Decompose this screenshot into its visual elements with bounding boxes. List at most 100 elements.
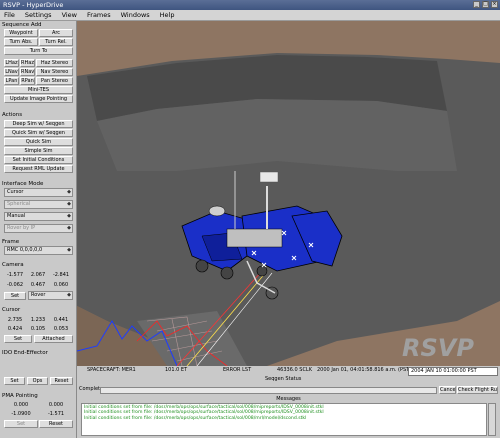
haz-stereo-button[interactable]: Haz Stereo: [36, 59, 73, 67]
messages-scrollbar[interactable]: [488, 403, 496, 436]
chevron-down-icon: ◆: [67, 247, 71, 253]
pma-value: 0.000: [48, 402, 64, 408]
cursor-value: 1.233: [30, 317, 46, 323]
pan-stereo-button[interactable]: Pan Stereo: [36, 77, 73, 85]
rhaz-button[interactable]: RHaz: [20, 59, 35, 67]
sequence-add-header: Sequence Add: [2, 22, 42, 28]
camera-value: -1.577: [6, 272, 24, 278]
menu-view[interactable]: View: [62, 11, 77, 19]
camera-mode-select[interactable]: Rover ◆: [28, 291, 73, 300]
turn-to-button[interactable]: Turn To: [4, 47, 73, 55]
chevron-down-icon: ◆: [67, 292, 71, 298]
cursor-value: 0.441: [53, 317, 69, 323]
menu-help[interactable]: Help: [160, 11, 175, 19]
rpan-button[interactable]: RPan: [20, 77, 35, 85]
interface-mode-header: Interface Mode: [2, 181, 44, 187]
rsvp-watermark: RSVP: [402, 334, 474, 362]
menu-windows[interactable]: Windows: [121, 11, 150, 19]
pma-value: 0.000: [13, 402, 29, 408]
quick-sim-button[interactable]: Quick Sim: [4, 138, 73, 146]
pma-value: -1.571: [47, 411, 65, 417]
date-value: 2000 Jan 01, 04:01:58.816 a.m. (PST): [317, 367, 412, 373]
cursor-attached-button[interactable]: Attached: [34, 335, 73, 343]
pma-header: PMA Pointing: [2, 393, 38, 399]
cursor-mode-value: Cursor: [7, 189, 24, 195]
messages-panel: Messages Initial conditions set from fil…: [77, 396, 500, 438]
spherical-mode-select[interactable]: Spherical ◆: [4, 200, 73, 209]
cursor-value: 0.053: [53, 326, 69, 332]
rover-by-ip-value: Rover by IP: [7, 225, 36, 231]
ido-header: IDO End-Effector: [2, 350, 48, 356]
cursor-header: Cursor: [2, 307, 21, 313]
rnav-button[interactable]: RNav: [20, 68, 35, 76]
et-value: 101.0 ET: [165, 367, 188, 373]
control-panel: Sequence Add Waypoint Arc Turn Abs. Turn…: [0, 21, 77, 438]
frame-select[interactable]: RMC 0,0,0,0,0 ◆: [4, 246, 73, 255]
title-bar: RSVP - HyperDrive _ □ ×: [0, 0, 500, 10]
spherical-mode-value: Spherical: [7, 201, 31, 207]
pma-set-button[interactable]: Set: [4, 420, 38, 428]
ido-ops-button[interactable]: Ops: [27, 377, 48, 385]
pma-reset-button[interactable]: Reset: [39, 420, 73, 428]
chevron-down-icon: ◆: [67, 213, 71, 219]
nav-stereo-button[interactable]: Nav Stereo: [36, 68, 73, 76]
menu-file[interactable]: File: [4, 11, 15, 19]
messages-header: Messages: [276, 396, 301, 402]
3d-viewport[interactable]: RSVP: [77, 21, 500, 366]
lhaz-button[interactable]: LHaz: [4, 59, 19, 67]
window-title: RSVP - HyperDrive: [3, 1, 64, 9]
camera-mode-value: Rover: [31, 292, 46, 298]
terrain-scene: RSVP: [77, 53, 500, 366]
waypoint-button[interactable]: Waypoint: [4, 29, 38, 37]
minimize-icon[interactable]: _: [473, 1, 480, 8]
frame-value: RMC 0,0,0,0,0: [7, 247, 43, 253]
mini-tes-button[interactable]: Mini-TES: [4, 86, 73, 94]
update-image-pointing-button[interactable]: Update Image Pointing: [4, 95, 73, 103]
maximize-icon[interactable]: □: [482, 1, 489, 8]
spacecraft-label: SPACECRAFT: MER1: [87, 367, 136, 373]
quick-sim-seqgen-button[interactable]: Quick Sim w/ Seqgen: [4, 129, 73, 137]
ido-set-button[interactable]: Set: [4, 377, 25, 385]
camera-set-button[interactable]: Set: [4, 292, 26, 300]
close-icon[interactable]: ×: [491, 1, 498, 8]
lpan-button[interactable]: LPan: [4, 77, 19, 85]
deep-sim-button[interactable]: Deep Sim w/ Seqgen: [4, 120, 73, 128]
cursor-value: 2.735: [7, 317, 23, 323]
error-value: ERROR LST: [223, 367, 252, 373]
set-initial-conditions-button[interactable]: Set Initial Conditions: [4, 156, 73, 164]
turn-abs-button[interactable]: Turn Abs.: [4, 38, 38, 46]
manual-mode-value: Manual: [7, 213, 26, 219]
message-line: Initial conditions set from file: /dosr/…: [84, 415, 307, 421]
rover-by-ip-select[interactable]: Rover by IP ◆: [4, 224, 73, 233]
menu-settings[interactable]: Settings: [25, 11, 52, 19]
camera-value: 0.060: [53, 282, 69, 288]
cursor-set-button[interactable]: Set: [4, 335, 32, 343]
chevron-down-icon: ◆: [67, 189, 71, 195]
cancel-button[interactable]: Cancel: [439, 386, 456, 394]
manual-mode-select[interactable]: Manual ◆: [4, 212, 73, 221]
menu-frames[interactable]: Frames: [87, 11, 111, 19]
camera-value: -0.062: [6, 282, 24, 288]
pma-value: -1.0900: [11, 411, 31, 417]
actions-header: Actions: [2, 112, 23, 118]
ido-reset-button[interactable]: Reset: [50, 377, 73, 385]
camera-header: Camera: [2, 262, 24, 268]
sclk-value: 46336.0 SCLK: [277, 367, 312, 373]
frame-header: Frame: [2, 239, 20, 245]
turn-rel-button[interactable]: Turn Rel.: [39, 38, 73, 46]
arc-button[interactable]: Arc: [39, 29, 73, 37]
messages-log[interactable]: Initial conditions set from file: /dosr/…: [81, 403, 487, 436]
cursor-value: 0.424: [7, 326, 23, 332]
camera-value: -2.841: [52, 272, 70, 278]
request-rml-update-button[interactable]: Request RML Update: [4, 165, 73, 173]
time-input[interactable]: 2004 JAN 10 01:00:00 PST: [408, 367, 498, 376]
cursor-mode-select[interactable]: Cursor ◆: [4, 188, 73, 197]
seqgen-status-label: Seqgen Status: [265, 376, 302, 382]
simple-sim-button[interactable]: Simple Sim: [4, 147, 73, 155]
menu-bar: File Settings View Frames Windows Help: [0, 10, 500, 21]
chevron-down-icon: ◆: [67, 225, 71, 231]
chevron-down-icon: ◆: [67, 201, 71, 207]
check-flight-rules-button[interactable]: Check Flight Rules: [457, 386, 498, 394]
lnav-button[interactable]: LNav: [4, 68, 19, 76]
seqgen-progress-bar: [100, 387, 437, 394]
